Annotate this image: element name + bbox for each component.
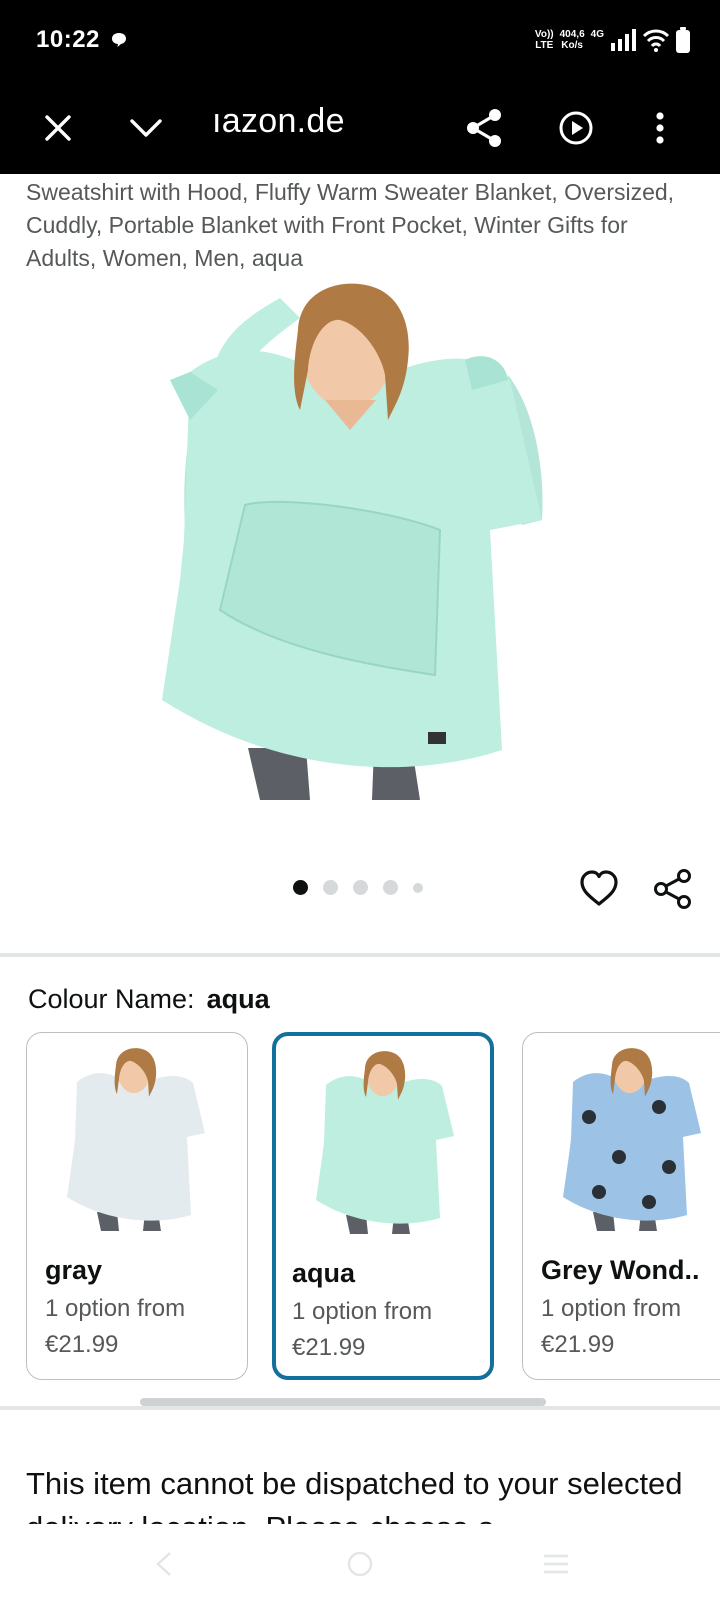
swatch-availability: 1 option from bbox=[292, 1298, 433, 1325]
swatch-price: €21.99 bbox=[45, 1331, 119, 1358]
play-circle-icon[interactable] bbox=[552, 104, 600, 152]
share-icon[interactable] bbox=[460, 104, 508, 152]
signal-icon bbox=[611, 29, 636, 51]
carousel-dots[interactable] bbox=[293, 880, 423, 895]
back-icon[interactable] bbox=[142, 1542, 186, 1586]
swatch-gray[interactable]: gray 1 option from €21.99 bbox=[26, 1032, 248, 1380]
browser-toolbar: ıazon.de bbox=[0, 82, 720, 174]
url-text[interactable]: ıazon.de bbox=[212, 102, 345, 141]
recents-icon[interactable] bbox=[534, 1542, 578, 1586]
status-bar: 10:22 Vo)) LTE 404,6 Ko/s 4G bbox=[0, 0, 720, 82]
wifi-icon bbox=[642, 29, 670, 52]
swatch-price: €21.99 bbox=[292, 1334, 366, 1361]
swatch-price: €21.99 bbox=[541, 1331, 615, 1358]
divider bbox=[0, 1406, 720, 1410]
swatch-grey-wonder[interactable]: Grey Wond.. 1 option from €21.99 bbox=[522, 1032, 720, 1380]
swatch-availability: 1 option from bbox=[45, 1295, 186, 1322]
colour-name-label: Colour Name: aqua bbox=[28, 984, 270, 1014]
divider bbox=[0, 953, 720, 957]
swatch-name: aqua bbox=[292, 1258, 356, 1288]
dispatch-message: This item cannot be dispatched to your s… bbox=[26, 1466, 683, 1524]
swatch-aqua[interactable]: aqua 1 option from €21.99 bbox=[272, 1032, 494, 1380]
close-icon[interactable] bbox=[34, 104, 82, 152]
heart-icon[interactable] bbox=[578, 868, 620, 910]
status-time: 10:22 bbox=[36, 26, 100, 53]
swatch-name: Grey Wond.. bbox=[541, 1255, 700, 1285]
carousel-dot[interactable] bbox=[353, 880, 368, 895]
home-icon[interactable] bbox=[338, 1542, 382, 1586]
system-nav-bar bbox=[0, 1530, 720, 1600]
swatch-thumbnail bbox=[67, 1048, 205, 1231]
product-title[interactable]: Sweatshirt with Hood, Fluffy Warm Sweate… bbox=[26, 176, 696, 275]
product-image[interactable] bbox=[150, 280, 570, 820]
carousel-dot[interactable] bbox=[293, 880, 308, 895]
chevron-down-icon[interactable] bbox=[122, 104, 170, 152]
volte-indicator: Vo)) LTE bbox=[534, 29, 554, 51]
swatch-name: gray bbox=[45, 1255, 103, 1285]
selected-colour: aqua bbox=[206, 984, 270, 1014]
battery-icon bbox=[676, 27, 690, 53]
swatch-availability: 1 option from bbox=[541, 1295, 682, 1322]
carousel-dot[interactable] bbox=[383, 880, 398, 895]
network-type: 4G bbox=[590, 29, 604, 40]
more-vert-icon[interactable] bbox=[636, 104, 684, 152]
swatch-thumbnail bbox=[316, 1051, 454, 1234]
message-icon bbox=[112, 33, 126, 47]
carousel-dot[interactable] bbox=[413, 882, 423, 893]
share-icon[interactable] bbox=[652, 868, 694, 910]
status-indicators: Vo)) LTE 404,6 Ko/s 4G bbox=[535, 26, 690, 54]
swatch-thumbnail bbox=[563, 1048, 701, 1231]
swatch-scrollbar[interactable] bbox=[140, 1398, 546, 1406]
speed-indicator: 404,6 Ko/s bbox=[559, 29, 585, 51]
carousel-dot[interactable] bbox=[323, 880, 338, 895]
